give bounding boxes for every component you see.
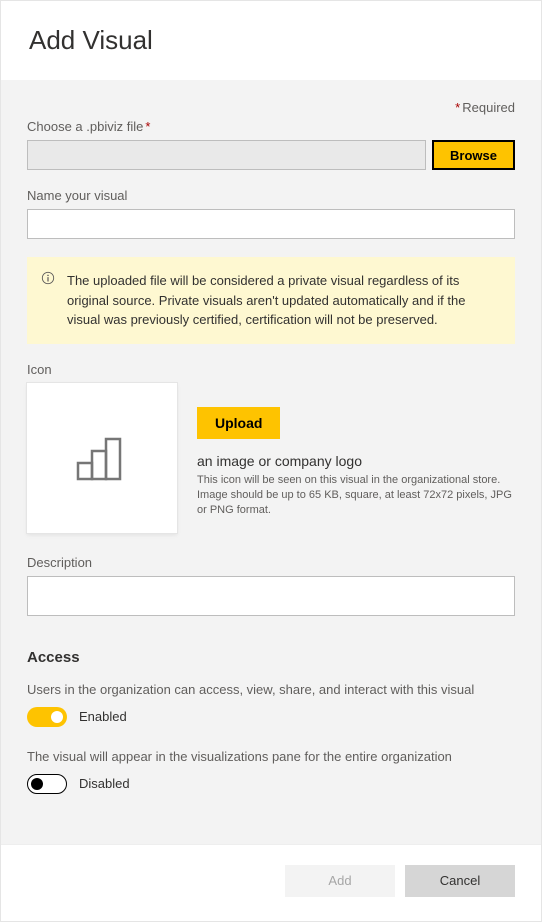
access-text-2: The visual will appear in the visualizat…: [27, 749, 515, 764]
access-state-2: Disabled: [79, 776, 130, 791]
cancel-button[interactable]: Cancel: [405, 865, 515, 897]
icon-label: Icon: [27, 362, 515, 377]
icon-description: This icon will be seen on this visual in…: [197, 473, 515, 519]
access-state-1: Enabled: [79, 709, 127, 724]
file-path-input[interactable]: [27, 140, 426, 170]
description-input[interactable]: [27, 576, 515, 616]
add-button[interactable]: Add: [285, 865, 395, 897]
access-toggle-1[interactable]: [27, 707, 67, 727]
icon-preview: [27, 383, 177, 533]
icon-heading: an image or company logo: [197, 453, 515, 469]
name-label: Name your visual: [27, 188, 515, 203]
file-label: Choose a .pbiviz file*: [27, 119, 515, 134]
upload-button[interactable]: Upload: [197, 407, 280, 439]
browse-button[interactable]: Browse: [432, 140, 515, 170]
info-notice: The uploaded file will be considered a p…: [27, 257, 515, 344]
access-toggle-2[interactable]: [27, 774, 67, 794]
description-label: Description: [27, 555, 515, 570]
page-title: Add Visual: [29, 25, 513, 56]
chart-placeholder-icon: [76, 435, 128, 481]
access-text-1: Users in the organization can access, vi…: [27, 682, 515, 697]
info-icon: [41, 271, 55, 285]
name-input[interactable]: [27, 209, 515, 239]
access-title: Access: [27, 649, 515, 666]
required-note: *Required: [27, 100, 515, 115]
